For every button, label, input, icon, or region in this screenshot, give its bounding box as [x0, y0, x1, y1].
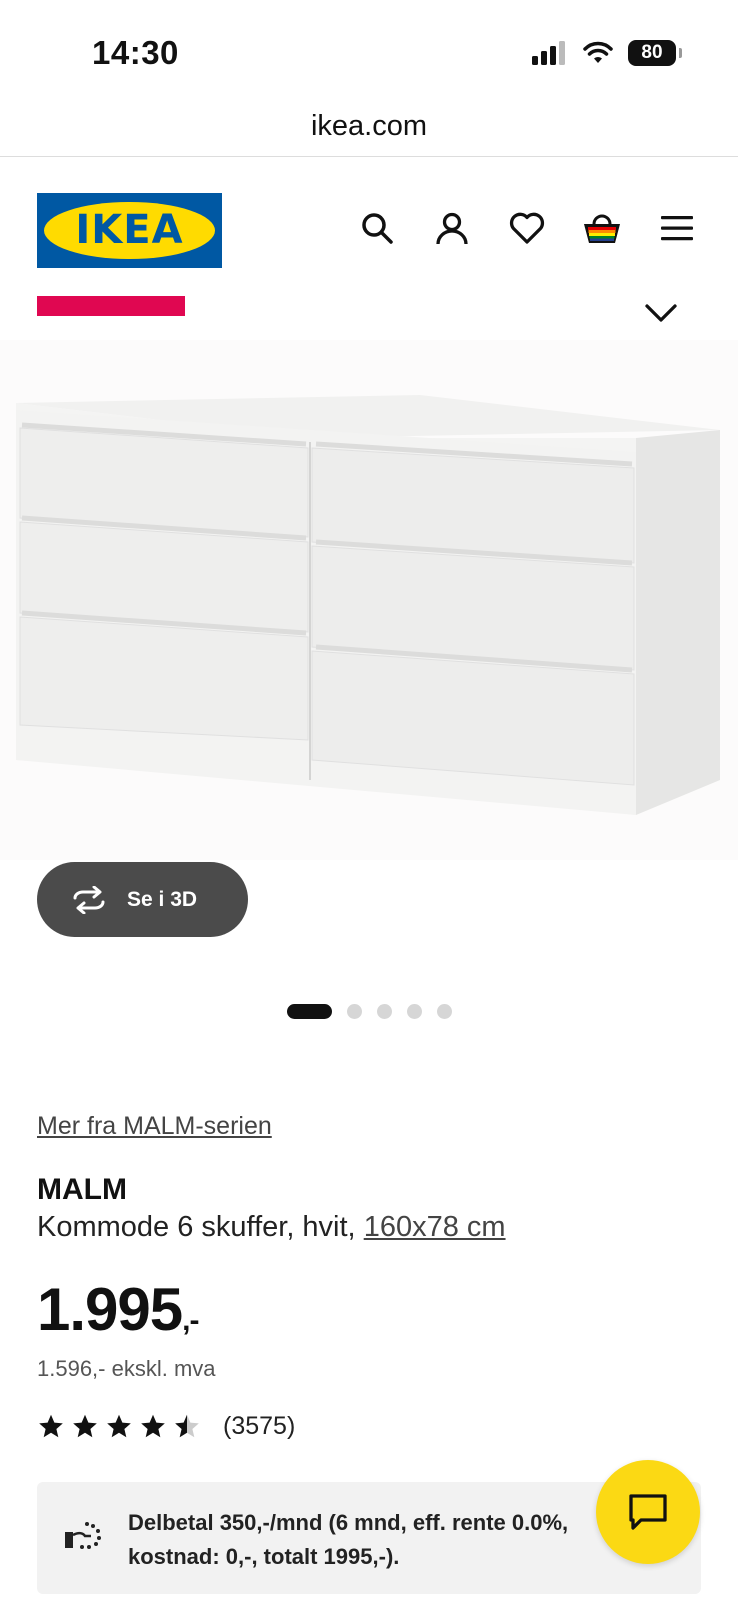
- cart-icon[interactable]: [581, 207, 623, 249]
- financing-text: Delbetal 350,-/mnd (6 mnd, eff. rente 0.…: [128, 1510, 569, 1569]
- gallery-dot-active[interactable]: [287, 1004, 332, 1019]
- status-icons: 80: [532, 40, 682, 66]
- gallery-dot[interactable]: [437, 1004, 452, 1019]
- site-header: IKEA: [0, 157, 738, 277]
- star-icon: [107, 1414, 131, 1438]
- star-icon: [73, 1414, 97, 1438]
- view-3d-button[interactable]: Se i 3D: [37, 862, 248, 937]
- signal-icon: [532, 41, 565, 65]
- wifi-icon: [583, 41, 613, 63]
- battery-icon: 80: [628, 40, 682, 66]
- price-suffix: ,-: [182, 1304, 199, 1337]
- header-icons: [356, 207, 698, 249]
- price-value: 1.995: [37, 1276, 183, 1343]
- star-icon: [39, 1414, 63, 1438]
- product-name: MALM: [37, 1173, 127, 1206]
- menu-icon[interactable]: [656, 207, 698, 249]
- rating[interactable]: (3575): [37, 1412, 295, 1441]
- account-icon[interactable]: [431, 207, 473, 249]
- half-star-icon: [175, 1414, 199, 1438]
- gallery-dot[interactable]: [347, 1004, 362, 1019]
- promo-badge: [37, 296, 185, 316]
- logo-text: IKEA: [75, 207, 184, 253]
- price-ex-vat: 1.596,- ekskl. mva: [37, 1356, 216, 1381]
- chat-button[interactable]: [596, 1460, 700, 1564]
- rating-count: (3575): [223, 1412, 296, 1440]
- gallery-pagination: [287, 1004, 452, 1019]
- gallery-dot[interactable]: [377, 1004, 392, 1019]
- chat-icon: [629, 1494, 667, 1530]
- rotate-3d-icon: [73, 885, 105, 914]
- heart-icon[interactable]: [506, 207, 548, 249]
- series-link[interactable]: Mer fra MALM-serien: [37, 1112, 272, 1141]
- view-3d-label: Se i 3D: [127, 887, 198, 911]
- status-time: 14:30: [92, 34, 179, 71]
- installment-icon: [65, 1522, 101, 1549]
- ikea-logo[interactable]: IKEA: [37, 193, 222, 268]
- dimensions-link[interactable]: 160x78 cm: [364, 1211, 506, 1243]
- product-description: Kommode 6 skuffer, hvit, 160x78 cm: [37, 1211, 506, 1244]
- search-icon[interactable]: [356, 207, 398, 249]
- product-description-text: Kommode 6 skuffer, hvit,: [37, 1211, 364, 1243]
- gallery-dot[interactable]: [407, 1004, 422, 1019]
- star-icon: [141, 1414, 165, 1438]
- url-bar[interactable]: ikea.com: [0, 100, 738, 157]
- status-bar: 14:30 80: [0, 0, 738, 100]
- product-image[interactable]: [0, 340, 738, 860]
- chevron-down-icon[interactable]: [644, 298, 678, 328]
- price: 1.995,-: [37, 1275, 200, 1344]
